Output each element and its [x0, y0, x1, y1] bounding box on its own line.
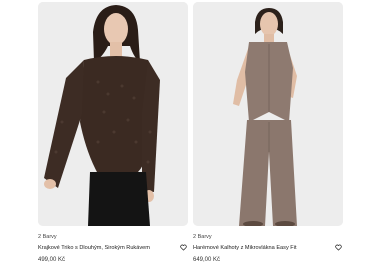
product-title[interactable]: Krajkové Triko s Dlouhým, Širokým Rukáve…: [38, 245, 150, 251]
product-card[interactable]: 2 Barvy Krajkové Triko s Dlouhým, Široký…: [38, 2, 188, 263]
pants-outfit-photo: [193, 2, 343, 226]
lace-top-photo: [38, 2, 188, 226]
product-image[interactable]: [193, 2, 343, 226]
heart-outline-icon[interactable]: [178, 243, 188, 253]
product-price: 649,00 Kč: [193, 257, 221, 263]
product-colors-count: 2 Barvy: [38, 234, 57, 240]
product-image[interactable]: [38, 2, 188, 226]
product-card[interactable]: 2 Barvy Harémové Kalhoty z Mikrovlákna E…: [193, 2, 343, 263]
product-title[interactable]: Harémové Kalhoty z Mikrovlákna Easy Fit: [193, 245, 297, 251]
heart-outline-icon[interactable]: [333, 243, 343, 253]
product-price: 499,00 Kč: [38, 257, 66, 263]
product-colors-count: 2 Barvy: [193, 234, 212, 240]
